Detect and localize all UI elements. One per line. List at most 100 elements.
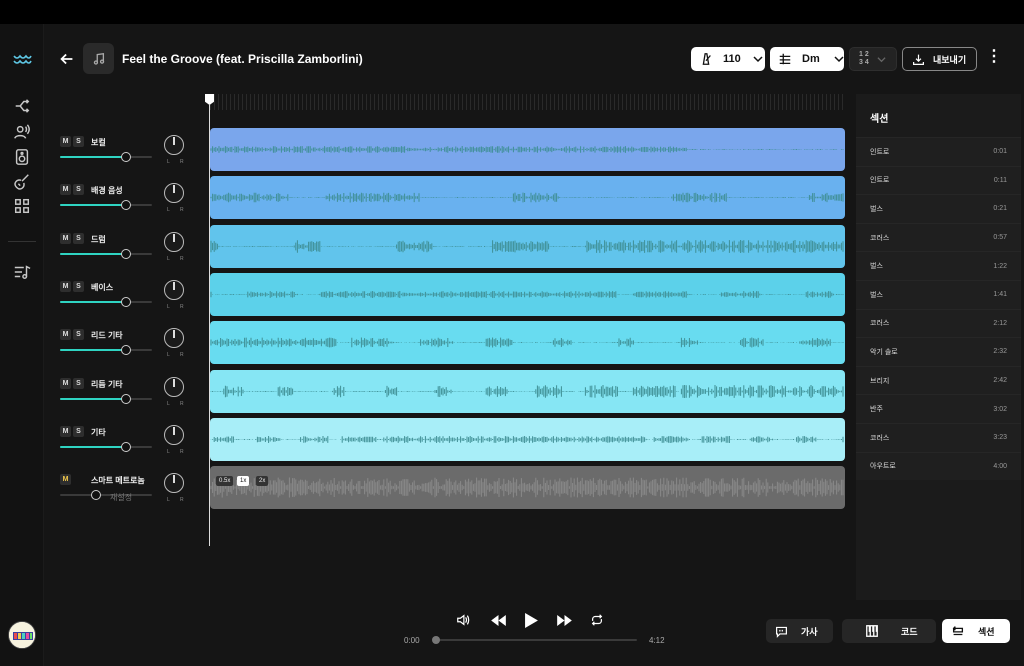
section-row[interactable]: 코러스 0:57 [856, 222, 1021, 252]
volume-slider[interactable] [60, 393, 152, 404]
section-row[interactable]: 벌스 0:21 [856, 194, 1021, 223]
timeline-ruler[interactable] [210, 94, 846, 110]
section-row[interactable]: 반주 3:02 [856, 394, 1021, 423]
volume-knob[interactable] [91, 490, 101, 501]
rewind-button[interactable] [489, 612, 507, 628]
volume-slider[interactable] [60, 490, 152, 501]
volume-knob[interactable] [121, 441, 131, 452]
progress-knob[interactable] [432, 636, 440, 644]
section-name: 벌스 [870, 263, 883, 271]
solo-button[interactable]: S [73, 425, 84, 437]
mute-button[interactable]: M [60, 474, 71, 486]
metronome-icon [702, 53, 711, 65]
speaker-icon[interactable] [12, 147, 32, 167]
reset-button[interactable]: 재설정 [110, 492, 132, 503]
section-name: 브리지 [870, 377, 890, 385]
play-button[interactable] [522, 610, 540, 630]
volume-knob[interactable] [121, 152, 131, 162]
solo-button[interactable]: S [73, 136, 84, 147]
pan-knob[interactable] [164, 231, 184, 252]
volume-slider[interactable] [60, 441, 152, 452]
track-lane[interactable] [210, 417, 845, 461]
section-row[interactable]: 아우트로 4:00 [856, 451, 1021, 481]
section-time: 3:23 [993, 434, 1007, 442]
volume-knob[interactable] [121, 345, 131, 356]
solo-button[interactable]: S [73, 232, 84, 244]
volume-slider[interactable] [60, 345, 152, 356]
volume-slider[interactable] [60, 296, 152, 307]
mute-button[interactable]: M [60, 329, 71, 341]
solo-button[interactable]: S [73, 280, 84, 292]
share-icon[interactable] [12, 96, 32, 116]
speed-button[interactable]: 2x [256, 476, 269, 487]
volume-knob[interactable] [121, 296, 131, 307]
volume-knob[interactable] [121, 393, 131, 404]
pan-knob[interactable] [164, 279, 184, 300]
progress-bar[interactable] [432, 636, 637, 644]
mute-button[interactable]: M [60, 425, 71, 437]
track-lane[interactable] [210, 369, 845, 413]
section-row[interactable]: 코러스 3:23 [856, 422, 1021, 452]
sections-button[interactable]: 섹션 [942, 619, 1010, 643]
volume-button[interactable] [455, 612, 471, 628]
solo-button[interactable]: S [73, 329, 84, 341]
mute-button[interactable]: M [60, 377, 71, 389]
pan-knob[interactable] [164, 473, 184, 494]
export-button[interactable]: 내보내기 [902, 47, 977, 71]
section-row[interactable]: 브리지 2:42 [856, 365, 1021, 395]
section-row[interactable]: 벌스 1:41 [856, 279, 1021, 309]
track-lane[interactable] [210, 128, 845, 171]
track-lane[interactable] [210, 272, 845, 316]
playlist-icon[interactable] [12, 262, 32, 282]
fast-forward-button[interactable] [555, 612, 573, 628]
solo-button[interactable]: S [73, 377, 84, 389]
current-time: 0:00 [404, 636, 420, 645]
track-control-row: M S 리드 기타 L R [60, 320, 185, 364]
time-signature-select[interactable]: 1 2 3 4 [849, 47, 897, 71]
lyrics-button[interactable]: 가사 [766, 619, 833, 643]
speed-button[interactable]: 0.5x [216, 476, 234, 487]
more-button[interactable]: ⋮ [986, 49, 1002, 68]
grid-icon[interactable] [12, 196, 32, 216]
top-bar [0, 0, 1024, 24]
avatar[interactable] [8, 621, 36, 649]
pan-knob[interactable] [164, 328, 184, 349]
mute-button[interactable]: M [60, 184, 71, 196]
guitar-icon[interactable] [12, 172, 32, 192]
volume-slider[interactable] [60, 152, 152, 162]
section-row[interactable]: 인트로 0:11 [856, 165, 1021, 195]
volume-slider[interactable] [60, 248, 152, 259]
section-name: 코러스 [870, 320, 890, 328]
volume-knob[interactable] [121, 200, 131, 211]
track-lane[interactable] [210, 176, 845, 220]
solo-button[interactable]: S [73, 184, 84, 196]
voice-icon[interactable] [12, 122, 32, 142]
pan-right-label: R [180, 207, 184, 214]
section-row[interactable]: 인트로 0:01 [856, 137, 1021, 166]
key-select[interactable]: Dm [770, 47, 844, 71]
track-lane[interactable] [210, 224, 845, 268]
pan-knob[interactable] [164, 183, 184, 204]
pan-knob[interactable] [164, 424, 184, 445]
volume-slider[interactable] [60, 200, 152, 211]
track-lane[interactable] [210, 321, 845, 365]
pan-knob[interactable] [164, 135, 184, 155]
mute-button[interactable]: M [60, 232, 71, 244]
pan-right-label: R [180, 255, 184, 262]
export-label: 내보내기 [933, 54, 967, 65]
back-button[interactable] [58, 50, 78, 70]
loop-button[interactable] [589, 612, 605, 628]
mute-button[interactable]: M [60, 280, 71, 292]
section-row[interactable]: 코러스 2:12 [856, 308, 1021, 338]
section-row[interactable]: 벌스 1:22 [856, 251, 1021, 280]
logo-icon[interactable] [12, 50, 32, 70]
volume-knob[interactable] [121, 248, 131, 259]
chords-button[interactable]: 코드 [842, 619, 936, 643]
tempo-select[interactable]: 110 [691, 47, 765, 71]
pan-knob[interactable] [164, 376, 184, 397]
section-row[interactable]: 악기 솔로 2:32 [856, 337, 1021, 366]
sections-title: 섹션 [870, 114, 889, 125]
track-lane[interactable]: 0.5x 1x 2x [210, 466, 845, 510]
speed-button[interactable]: 1x [237, 476, 250, 487]
mute-button[interactable]: M [60, 136, 71, 147]
